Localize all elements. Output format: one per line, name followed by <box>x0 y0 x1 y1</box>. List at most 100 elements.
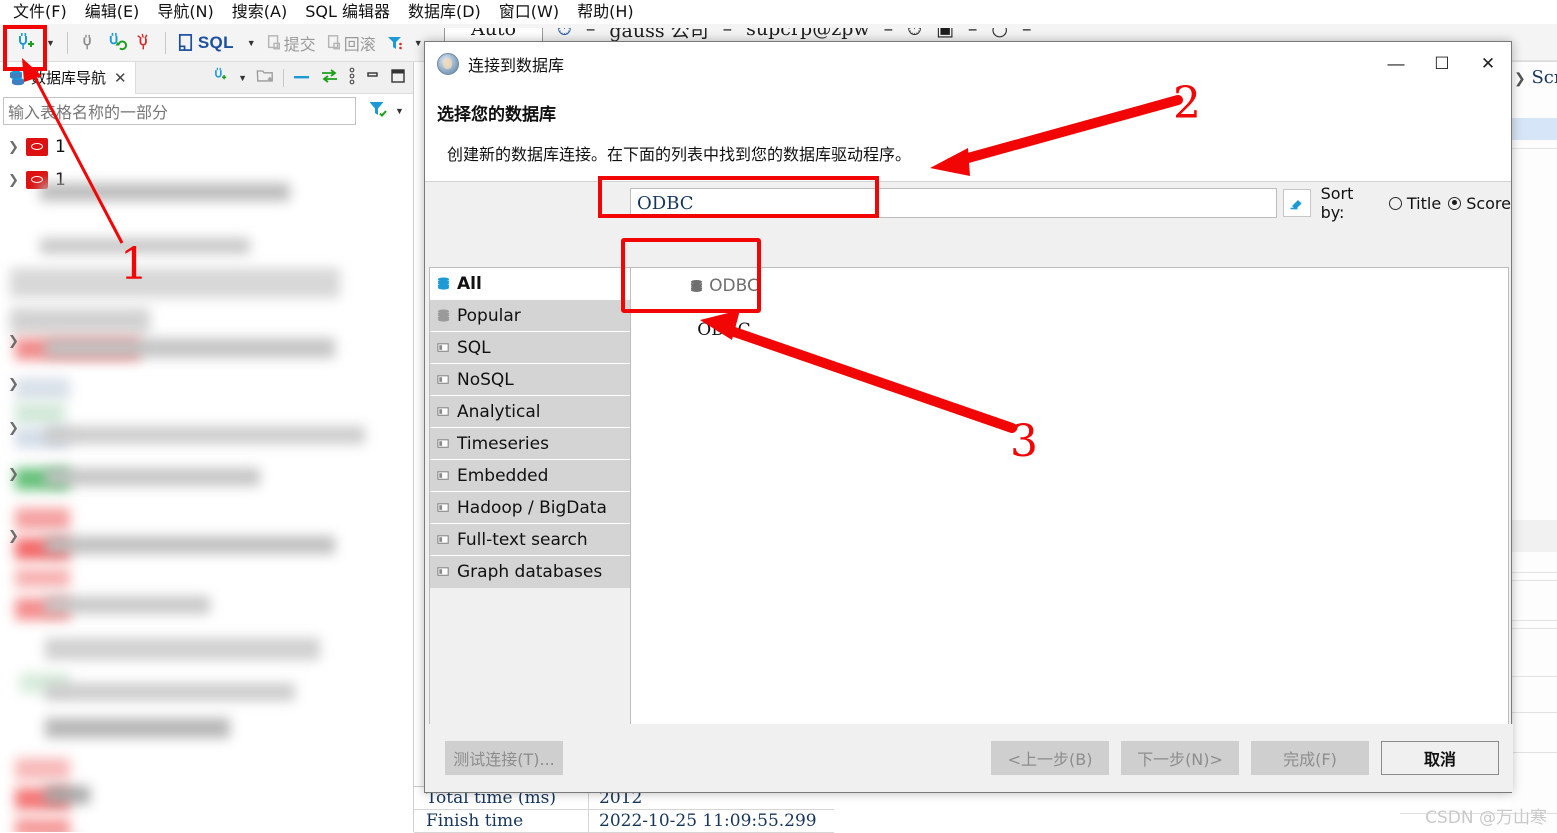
chevron-right-icon[interactable]: ❯ <box>8 139 26 155</box>
chevron-right-icon[interactable]: ❯ <box>8 333 26 349</box>
editor-selected-row <box>1510 118 1557 140</box>
back-button[interactable]: <上一步(B) <box>991 741 1109 775</box>
maximize-panel-icon[interactable] <box>390 68 406 88</box>
commit-label: 提交 <box>283 36 316 54</box>
kill-session-icon <box>137 33 148 49</box>
category-item-hadoop-bigdata[interactable]: Hadoop / BigData <box>430 492 630 524</box>
database-box-icon <box>437 567 449 576</box>
chevron-right-icon[interactable]: ❯ <box>8 172 26 188</box>
annotation-box-odbc-driver <box>621 238 761 313</box>
next-button[interactable]: 下一步(N)> <box>1121 741 1239 775</box>
database-box-icon <box>437 470 449 480</box>
minimize-button[interactable]: — <box>1373 42 1419 86</box>
sort-option-title-label: Title <box>1406 193 1442 213</box>
database-navigator-panel: 数据库导航 ✕ ▼ 输入表格名称的一部分 ▼ ❯ 1 ❯ 1 ❯ ❯ ❯ ❯ ❯ <box>0 61 414 832</box>
disconnect-button[interactable] <box>74 24 102 62</box>
menu-bar: 文件(F) 编辑(E) 导航(N) 搜索(A) SQL 编辑器 数据库(D) 窗… <box>0 0 1557 24</box>
annotation-box-search-field <box>598 176 879 218</box>
close-button[interactable]: ✕ <box>1465 42 1511 86</box>
category-item-all[interactable]: All <box>430 268 630 300</box>
category-item-sql[interactable]: SQL <box>430 332 630 364</box>
dialog-header: 选择您的数据库 创建新的数据库连接。在下面的列表中找到您的数据库驱动程序。 <box>425 86 1511 181</box>
category-item-nosql[interactable]: NoSQL <box>430 364 630 396</box>
category-label: Timeseries <box>457 433 549 454</box>
category-item-graph-databases[interactable]: Graph databases <box>430 556 630 588</box>
stat-value: 2022-10-25 11:09:55.299 <box>599 810 817 831</box>
category-label: Graph databases <box>457 562 603 582</box>
menu-item-navigate[interactable]: 导航(N) <box>148 0 222 24</box>
disconnect-icon <box>83 34 91 49</box>
toolbar-separator-2 <box>164 31 166 54</box>
close-icon[interactable]: ✕ <box>114 69 127 87</box>
category-label: Full-text search <box>457 529 588 550</box>
dialog-description: 创建新的数据库连接。在下面的列表中找到您的数据库驱动程序。 <box>447 145 912 164</box>
category-item-popular[interactable]: Popular <box>430 300 630 332</box>
annotation-box-new-connection <box>3 25 47 71</box>
chevron-down-icon[interactable]: ▼ <box>238 73 247 83</box>
category-item-embedded[interactable]: Embedded <box>430 460 630 492</box>
dialog-heading: 选择您的数据库 <box>437 105 556 125</box>
radio-title[interactable] <box>1388 196 1402 210</box>
test-connection-button[interactable]: 测试连接(T)... <box>445 741 563 775</box>
menu-item-edit[interactable]: 编辑(E) <box>76 0 149 24</box>
sort-option-title[interactable]: Title <box>1388 193 1442 213</box>
database-box-icon <box>437 374 449 384</box>
sql-editor-button[interactable]: SQL <box>172 24 241 62</box>
sql-editor-dropdown[interactable]: ▼ <box>241 38 262 48</box>
tree-row[interactable]: ❯ 1 <box>0 130 413 163</box>
driver-search-row: ODBC Sort by: Title Score <box>425 182 1511 224</box>
kill-session-button[interactable] <box>131 24 159 62</box>
maximize-button[interactable]: ☐ <box>1419 42 1465 86</box>
chevron-right-icon[interactable]: ❯ <box>8 376 26 392</box>
filter-dropdown-icon[interactable]: ▼ <box>395 106 404 116</box>
chevron-right-icon[interactable]: ❯ <box>8 466 26 482</box>
filter-icon[interactable] <box>368 100 387 122</box>
table-row[interactable]: Finish time 2022-10-25 11:09:55.299 <box>414 809 834 833</box>
category-label: SQL <box>457 337 491 358</box>
collapse-all-icon[interactable] <box>293 69 311 86</box>
link-with-editor-icon[interactable] <box>320 68 339 87</box>
category-label: Embedded <box>457 465 549 486</box>
commit-icon <box>267 35 280 50</box>
finish-button[interactable]: 完成(F) <box>1251 741 1369 775</box>
category-item-full-text-search[interactable]: Full-text search <box>430 524 630 556</box>
auto-commit-label: Auto <box>444 28 544 41</box>
cancel-button[interactable]: 取消 <box>1381 741 1499 775</box>
transaction-mode-icon <box>387 36 402 49</box>
radio-score[interactable] <box>1448 196 1462 210</box>
panel-splitter[interactable] <box>413 62 414 832</box>
menu-item-window[interactable]: 窗口(W) <box>490 0 568 24</box>
rollback-icon <box>327 35 340 50</box>
menu-item-help[interactable]: 帮助(H) <box>568 0 643 24</box>
watermark: CSDN @万山寒 <box>1425 808 1547 828</box>
chevron-right-icon[interactable]: ❯ <box>8 420 26 436</box>
new-folder-icon[interactable] <box>256 67 274 88</box>
sort-by-group: Sort by: Title Score <box>1321 184 1511 222</box>
table-name-filter-input[interactable]: 输入表格名称的一部分 <box>3 97 356 125</box>
transaction-mode-button[interactable] <box>382 24 408 62</box>
annotation-marker-2: 2 <box>1173 78 1201 129</box>
navigator-separator <box>283 68 284 87</box>
minimize-panel-icon[interactable] <box>365 69 381 87</box>
database-box-icon <box>437 342 449 352</box>
sort-option-score[interactable]: Score <box>1448 194 1511 213</box>
menu-item-search[interactable]: 搜索(A) <box>223 0 296 24</box>
new-connection-icon[interactable] <box>211 67 229 89</box>
result-statistics-grid: Total time (ms) 2012 Finish time 2022-10… <box>414 786 834 833</box>
category-item-timeseries[interactable]: Timeseries <box>430 428 630 460</box>
database-icon <box>26 137 48 156</box>
menu-item-sql-editor[interactable]: SQL 编辑器 <box>296 0 399 24</box>
chevron-right-icon[interactable]: ❯ <box>8 528 26 544</box>
menu-item-file[interactable]: 文件(F) <box>4 0 76 24</box>
view-menu-icon[interactable] <box>348 66 356 90</box>
refresh-connection-button[interactable] <box>102 24 131 62</box>
eraser-icon <box>1290 199 1302 209</box>
rollback-button[interactable]: 回滚 <box>322 24 382 62</box>
category-label: Analytical <box>457 401 541 422</box>
commit-button[interactable]: 提交 <box>262 24 322 62</box>
category-label: Hadoop / BigData <box>457 497 607 518</box>
menu-item-database[interactable]: 数据库(D) <box>399 0 490 24</box>
clear-search-button[interactable] <box>1282 189 1311 217</box>
category-item-analytical[interactable]: Analytical <box>430 396 630 428</box>
schema-label: supcrp@zpw <box>746 28 870 40</box>
